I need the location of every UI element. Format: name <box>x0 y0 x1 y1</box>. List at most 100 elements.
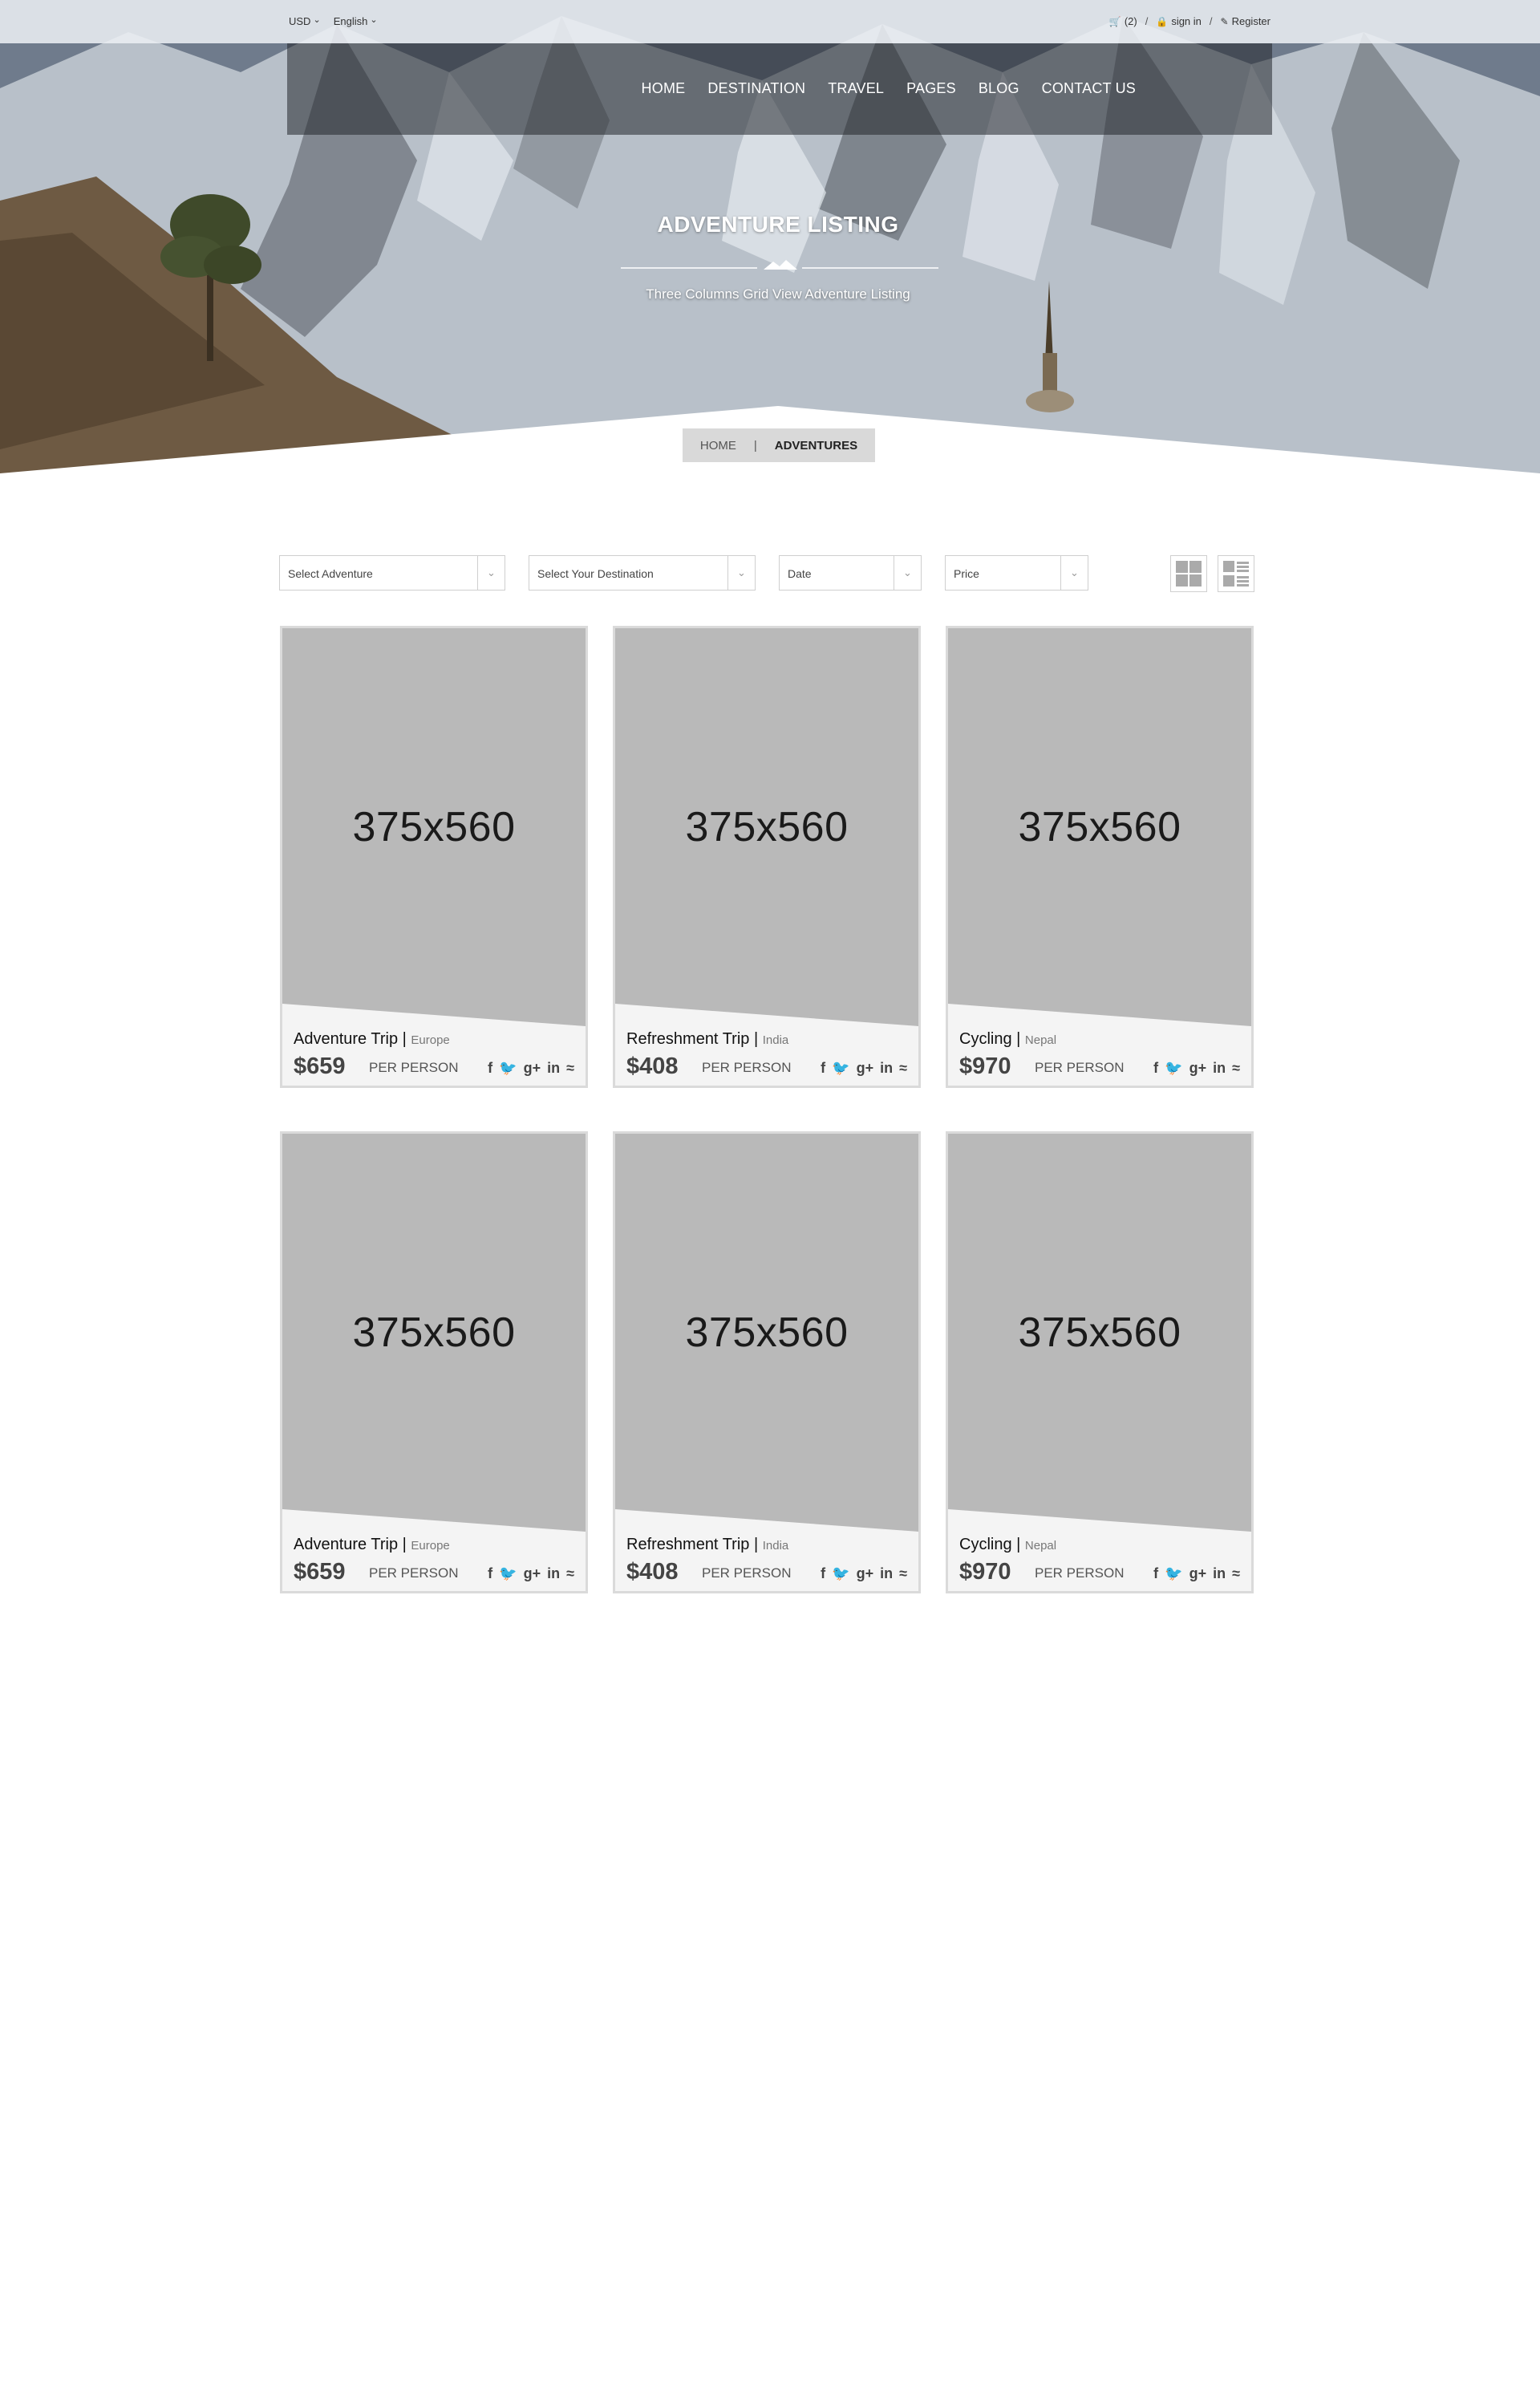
nav-travel[interactable]: TRAVEL <box>828 80 884 97</box>
grid-icon <box>1176 561 1202 587</box>
card-image-placeholder: 375x560 <box>615 628 918 1026</box>
adventure-card[interactable]: 375x560 Cycling | Nepal $970 PER PERSON … <box>946 1131 1254 1593</box>
cart-count: (2) <box>1124 15 1137 27</box>
twitter-icon[interactable]: 🐦 <box>499 1060 517 1077</box>
card-title-text: Cycling <box>959 1030 1012 1048</box>
card-title[interactable]: Refreshment Trip | India <box>626 1030 788 1049</box>
card-title[interactable]: Adventure Trip | Europe <box>294 1030 450 1049</box>
sign-in-label: sign in <box>1171 15 1202 27</box>
card-image-placeholder: 375x560 <box>282 628 586 1026</box>
register-link[interactable]: ✎ Register <box>1221 15 1270 27</box>
rss-icon[interactable]: ≈ <box>566 1565 574 1582</box>
card-slant <box>615 1004 918 1028</box>
google-plus-icon[interactable]: g+ <box>1189 1060 1207 1077</box>
twitter-icon[interactable]: 🐦 <box>1165 1060 1182 1077</box>
adventure-card[interactable]: 375x560 Cycling | Nepal $970 PER PERSON … <box>946 626 1254 1088</box>
destination-select[interactable]: Select Your Destination ⌄ <box>529 555 756 591</box>
card-title-separator: | <box>753 1030 759 1048</box>
linkedin-icon[interactable]: in <box>880 1565 893 1582</box>
nav-contact-us[interactable]: CONTACT US <box>1042 80 1136 97</box>
grid-view-button[interactable] <box>1170 555 1207 592</box>
google-plus-icon[interactable]: g+ <box>524 1565 541 1582</box>
google-plus-icon[interactable]: g+ <box>1189 1565 1207 1582</box>
card-title-text: Adventure Trip <box>294 1536 399 1553</box>
list-icon <box>1223 561 1249 587</box>
page-subtitle: Three Columns Grid View Adventure Listin… <box>646 286 910 302</box>
card-price: $659 <box>294 1053 346 1079</box>
nav-pages[interactable]: PAGES <box>906 80 956 97</box>
card-title[interactable]: Cycling | Nepal <box>959 1536 1056 1554</box>
adventure-select-value: Select Adventure <box>288 567 373 580</box>
google-plus-icon[interactable]: g+ <box>857 1565 874 1582</box>
card-social-links: f 🐦 g+ in ≈ <box>1153 1565 1240 1582</box>
card-price: $970 <box>959 1559 1011 1585</box>
twitter-icon[interactable]: 🐦 <box>499 1565 517 1582</box>
top-bar: USD English 🛒(2) / 🔒sign in / ✎Register <box>0 0 1540 43</box>
linkedin-icon[interactable]: in <box>880 1060 893 1077</box>
adventure-card[interactable]: 375x560 Adventure Trip | Europe $659 PER… <box>280 626 588 1088</box>
card-slant <box>615 1509 918 1533</box>
rss-icon[interactable]: ≈ <box>1232 1565 1240 1582</box>
card-per-person: PER PERSON <box>1035 1565 1125 1581</box>
rss-icon[interactable]: ≈ <box>899 1565 907 1582</box>
card-price: $408 <box>626 1053 679 1079</box>
nav-home[interactable]: HOME <box>642 80 686 97</box>
nav-blog[interactable]: BLOG <box>979 80 1019 97</box>
sign-in-link[interactable]: 🔒 sign in <box>1156 15 1202 27</box>
card-title-separator: | <box>1016 1030 1021 1048</box>
date-select-value: Date <box>788 567 812 580</box>
adventure-card[interactable]: 375x560 Adventure Trip | Europe $659 PER… <box>280 1131 588 1593</box>
card-slant <box>282 1509 586 1533</box>
card-social-links: f 🐦 g+ in ≈ <box>488 1565 574 1582</box>
adventure-card[interactable]: 375x560 Refreshment Trip | India $408 PE… <box>613 1131 921 1593</box>
list-view-button[interactable] <box>1218 555 1254 592</box>
facebook-icon[interactable]: f <box>488 1060 492 1077</box>
destination-select-value: Select Your Destination <box>537 567 654 580</box>
price-select-value: Price <box>954 567 979 580</box>
cart-link[interactable]: 🛒 (2) <box>1109 15 1137 27</box>
facebook-icon[interactable]: f <box>821 1565 825 1582</box>
twitter-icon[interactable]: 🐦 <box>1165 1565 1182 1582</box>
breadcrumb-home[interactable]: HOME <box>700 439 736 453</box>
card-image-placeholder: 375x560 <box>282 1134 586 1532</box>
card-title-text: Adventure Trip <box>294 1030 399 1048</box>
language-selector[interactable]: English <box>334 15 378 27</box>
card-place: Europe <box>411 1539 450 1553</box>
twitter-icon[interactable]: 🐦 <box>832 1565 849 1582</box>
adventure-card[interactable]: 375x560 Refreshment Trip | India $408 PE… <box>613 626 921 1088</box>
card-image-placeholder: 375x560 <box>615 1134 918 1532</box>
linkedin-icon[interactable]: in <box>547 1565 560 1582</box>
card-per-person: PER PERSON <box>1035 1060 1125 1075</box>
card-title-separator: | <box>402 1030 407 1048</box>
google-plus-icon[interactable]: g+ <box>524 1060 541 1077</box>
price-select[interactable]: Price ⌄ <box>945 555 1088 591</box>
card-place: Europe <box>411 1033 450 1047</box>
card-slant <box>282 1004 586 1028</box>
card-place: Nepal <box>1024 1033 1057 1047</box>
card-title[interactable]: Refreshment Trip | India <box>626 1536 788 1554</box>
card-title[interactable]: Adventure Trip | Europe <box>294 1536 450 1554</box>
linkedin-icon[interactable]: in <box>1213 1565 1226 1582</box>
rss-icon[interactable]: ≈ <box>566 1060 574 1077</box>
facebook-icon[interactable]: f <box>1153 1060 1158 1077</box>
google-plus-icon[interactable]: g+ <box>857 1060 874 1077</box>
currency-selector[interactable]: USD <box>289 15 321 27</box>
card-price: $970 <box>959 1053 1011 1079</box>
card-place: India <box>762 1033 789 1047</box>
card-place: Nepal <box>1024 1539 1057 1553</box>
rss-icon[interactable]: ≈ <box>1232 1060 1240 1077</box>
adventure-select[interactable]: Select Adventure ⌄ <box>279 555 505 591</box>
linkedin-icon[interactable]: in <box>547 1060 560 1077</box>
rss-icon[interactable]: ≈ <box>899 1060 907 1077</box>
facebook-icon[interactable]: f <box>1153 1565 1158 1582</box>
date-select[interactable]: Date ⌄ <box>779 555 922 591</box>
breadcrumb: HOME | ADVENTURES <box>683 428 875 462</box>
card-title[interactable]: Cycling | Nepal <box>959 1030 1056 1049</box>
linkedin-icon[interactable]: in <box>1213 1060 1226 1077</box>
card-per-person: PER PERSON <box>369 1565 459 1581</box>
card-social-links: f 🐦 g+ in ≈ <box>488 1060 574 1077</box>
facebook-icon[interactable]: f <box>488 1565 492 1582</box>
nav-destination[interactable]: DESTINATION <box>707 80 805 97</box>
facebook-icon[interactable]: f <box>821 1060 825 1077</box>
twitter-icon[interactable]: 🐦 <box>832 1060 849 1077</box>
